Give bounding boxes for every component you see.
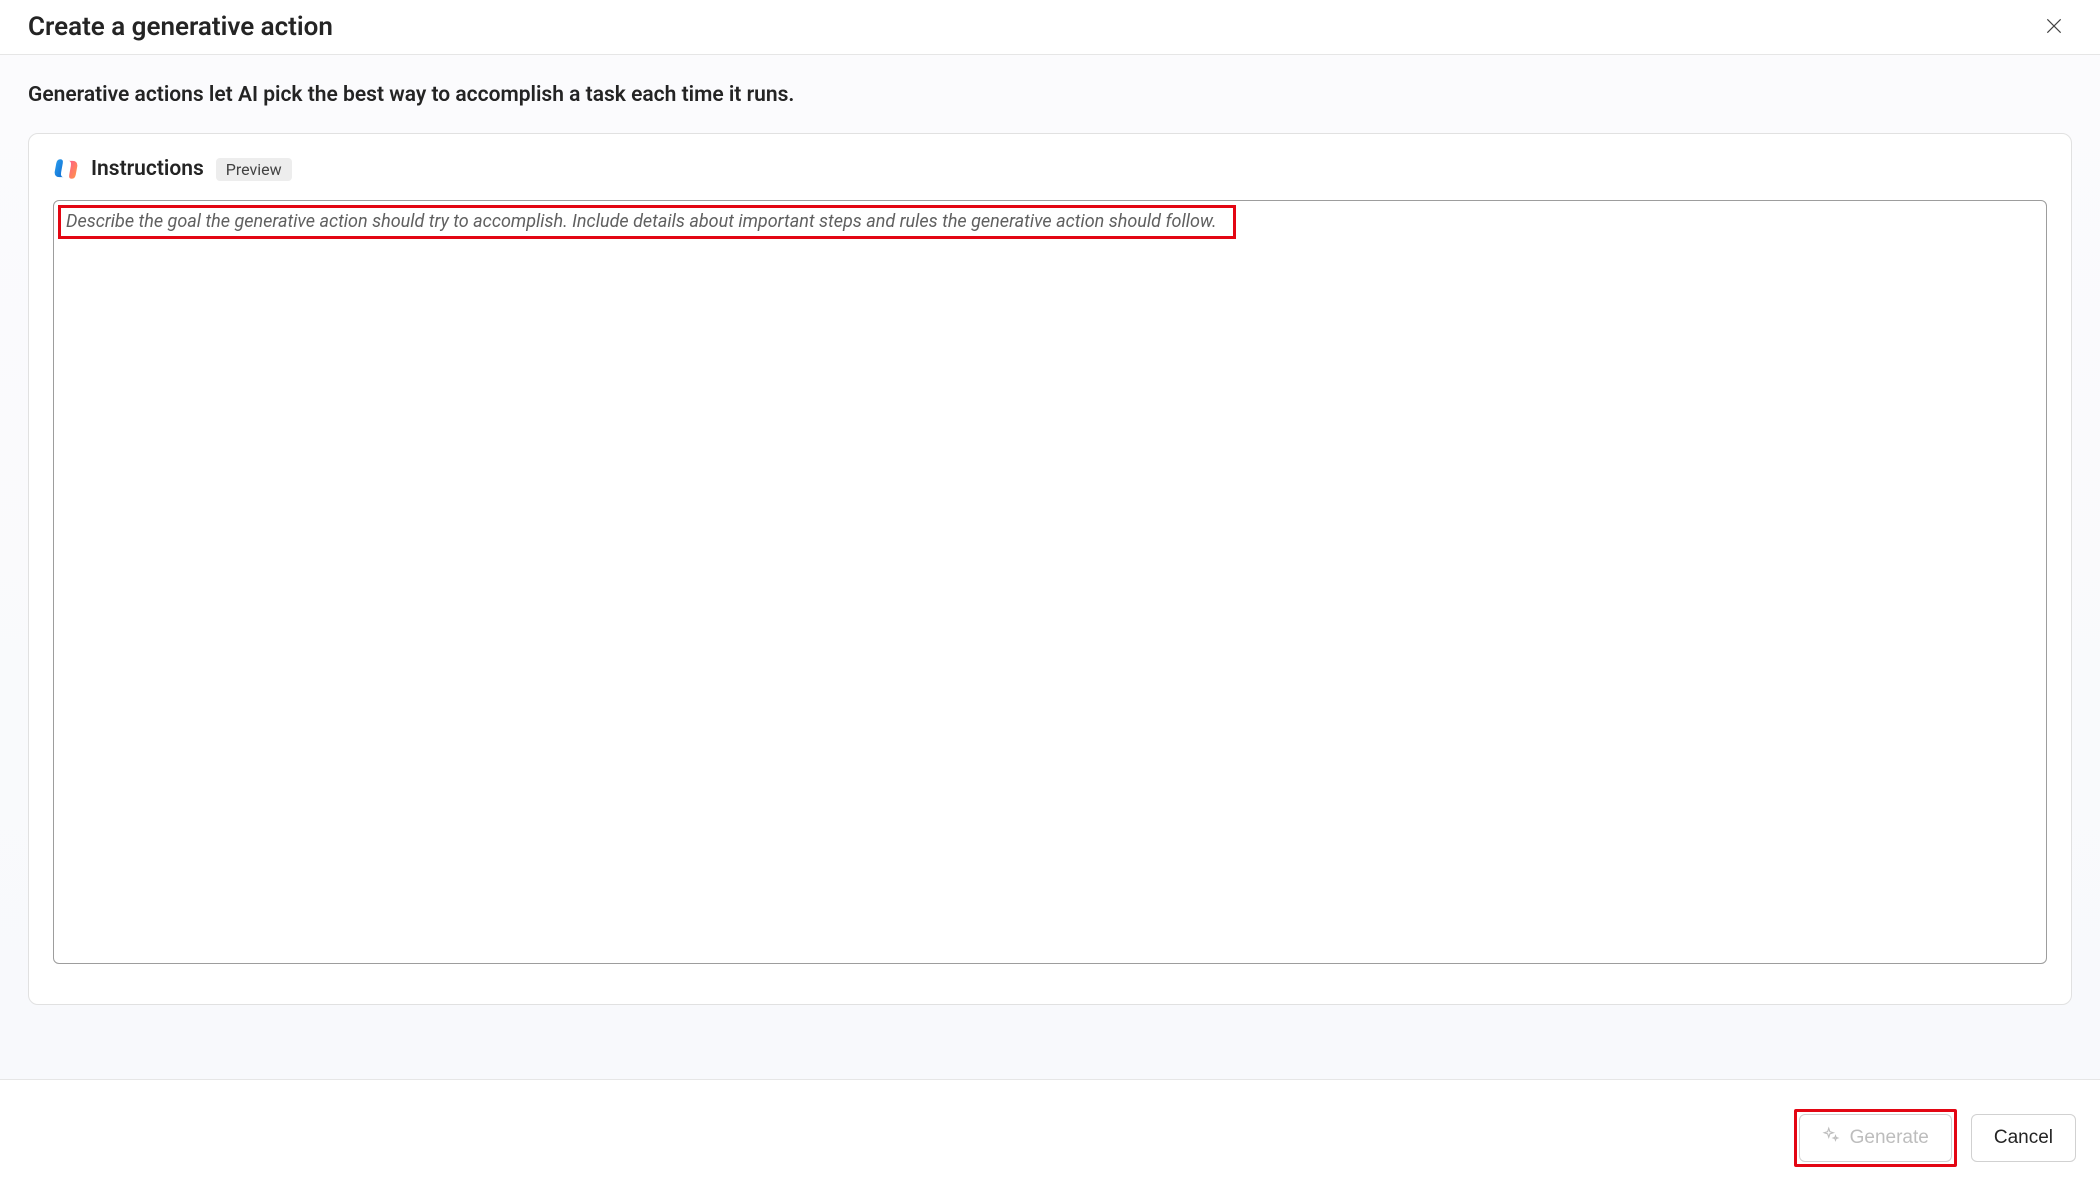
dialog-description: Generative actions let AI pick the best … [28,55,2072,133]
dialog-body: Generative actions let AI pick the best … [0,55,2100,1079]
highlight-generate: Generate [1794,1109,1957,1167]
close-button[interactable] [2036,9,2072,45]
cancel-button[interactable]: Cancel [1971,1114,2076,1162]
preview-badge: Preview [216,158,292,181]
dialog-title: Create a generative action [28,12,333,42]
dialog-header: Create a generative action [0,0,2100,55]
copilot-icon [53,156,79,182]
instructions-field-wrap [53,200,2047,964]
instructions-header: Instructions Preview [53,156,2047,182]
close-icon [2044,16,2064,39]
instructions-card: Instructions Preview [28,133,2072,1005]
dialog-footer: Generate Cancel [0,1079,2100,1196]
instructions-textarea[interactable] [54,201,2046,963]
instructions-label: Instructions [91,157,204,181]
generate-button[interactable]: Generate [1799,1114,1952,1162]
sparkle-icon [1822,1126,1840,1150]
cancel-button-label: Cancel [1994,1127,2053,1149]
generate-button-label: Generate [1850,1127,1929,1149]
